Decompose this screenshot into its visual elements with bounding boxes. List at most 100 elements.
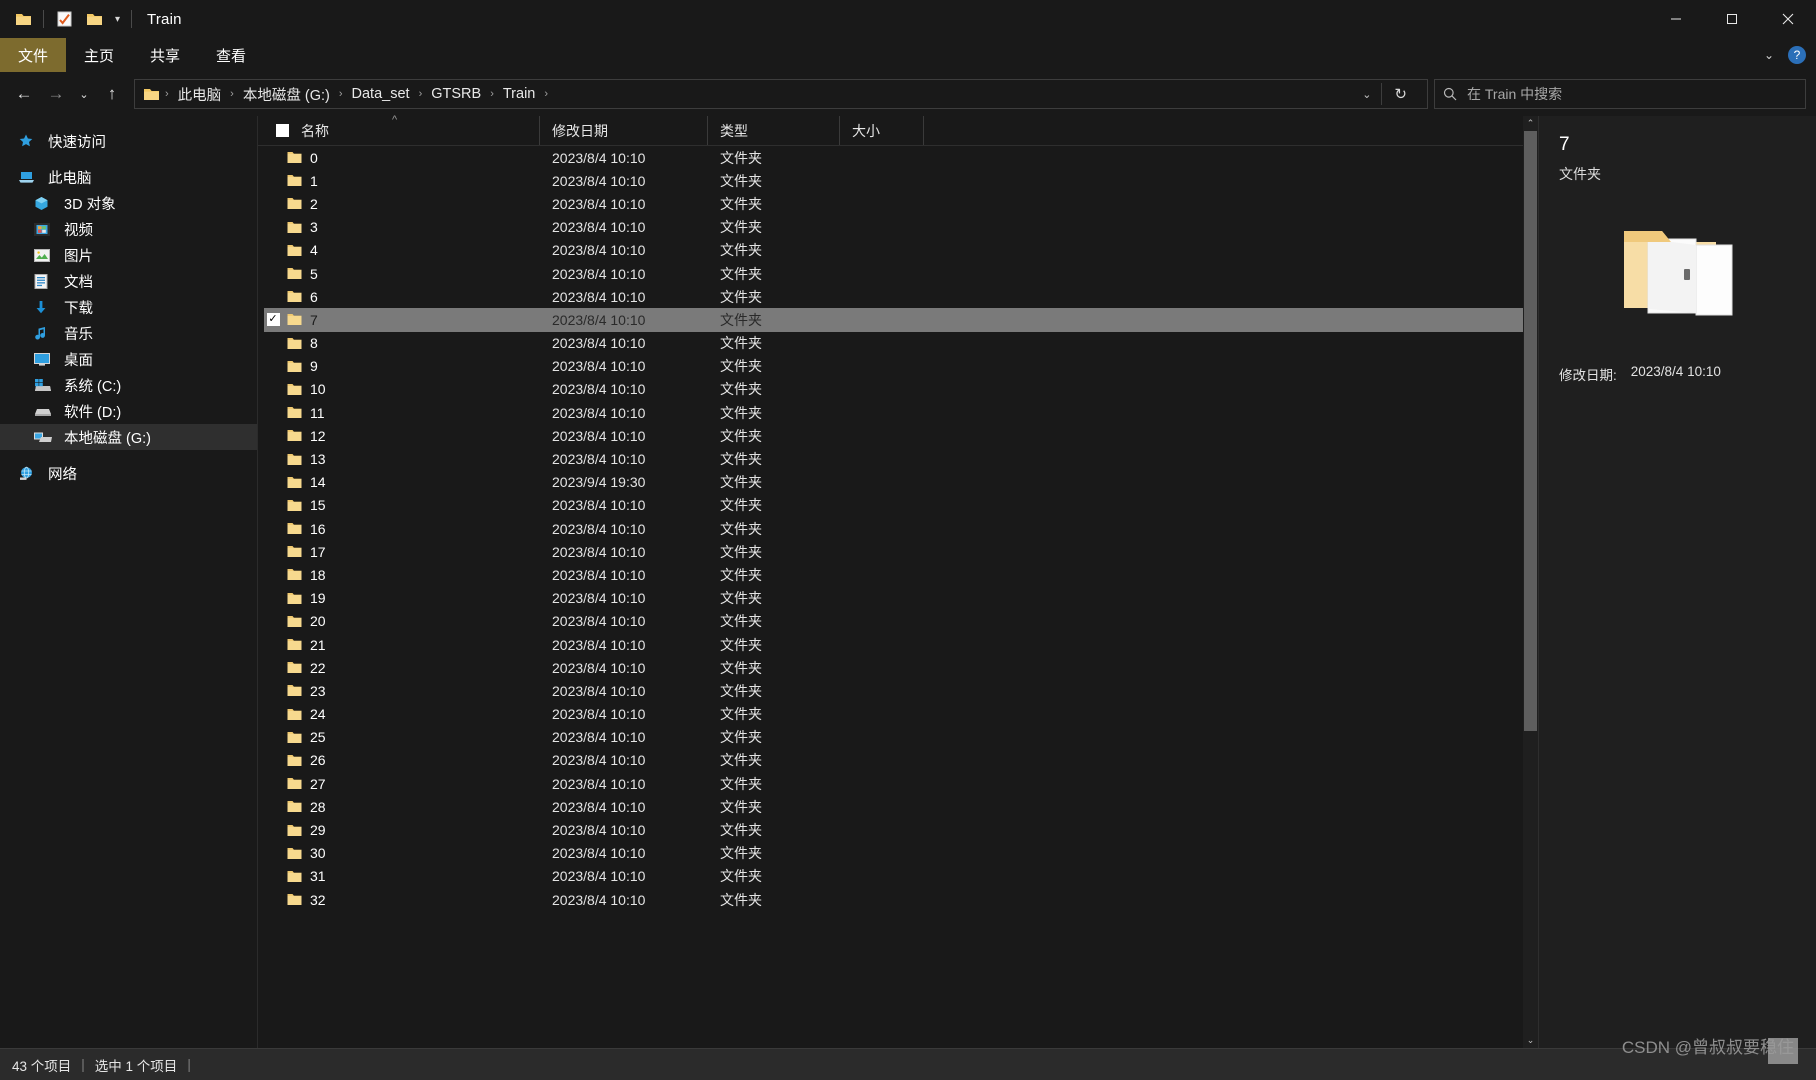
table-row[interactable]: 19 2023/8/4 10:10 文件夹	[264, 587, 1538, 610]
minimize-button[interactable]	[1648, 0, 1704, 38]
sidebar-item-desktop[interactable]: 桌面	[0, 346, 257, 372]
sidebar-item-3d-objects[interactable]: 3D 对象	[0, 190, 257, 216]
file-type-cell: 文件夹	[720, 404, 762, 421]
vertical-scrollbar[interactable]: ⌃ ⌄	[1523, 116, 1538, 1048]
column-header-date[interactable]: 修改日期	[540, 116, 708, 145]
refresh-icon[interactable]: ↻	[1382, 85, 1419, 103]
sidebar-item-this-pc[interactable]: 此电脑	[0, 164, 257, 190]
tab-file[interactable]: 文件	[0, 38, 67, 72]
table-row[interactable]: 25 2023/8/4 10:10 文件夹	[264, 726, 1538, 749]
file-date-cell: 2023/8/4 10:10	[552, 775, 646, 792]
properties-icon[interactable]	[49, 4, 79, 34]
file-name-cell: 0	[310, 149, 318, 166]
sidebar-item-documents[interactable]: 文档	[0, 268, 257, 294]
quick-access-dropdown-caret[interactable]: ▾	[109, 14, 126, 25]
table-row[interactable]: 22 2023/8/4 10:10 文件夹	[264, 656, 1538, 679]
sidebar-item-quick-access[interactable]: 快速访问	[0, 128, 257, 154]
table-row[interactable]: 16 2023/8/4 10:10 文件夹	[264, 517, 1538, 540]
folder-icon[interactable]	[8, 4, 38, 34]
new-folder-icon[interactable]	[79, 4, 109, 34]
scrollbar-track[interactable]	[1523, 131, 1538, 1033]
sidebar-item-videos[interactable]: 视频	[0, 216, 257, 242]
maximize-button[interactable]	[1704, 0, 1760, 38]
up-button[interactable]: ↑	[96, 78, 128, 110]
file-list-pane: 名称 ^ 修改日期 类型 大小 0 2023/8/4 10:10 文件夹 1 2023/…	[258, 114, 1538, 1048]
file-date-cell: 2023/8/4 10:10	[552, 729, 646, 746]
table-row[interactable]: 3 2023/8/4 10:10 文件夹	[264, 216, 1538, 239]
table-row[interactable]: 21 2023/8/4 10:10 文件夹	[264, 633, 1538, 656]
column-header-type[interactable]: 类型	[708, 116, 840, 145]
folder-icon	[282, 661, 306, 674]
sidebar-item-software-d[interactable]: 软件 (D:)	[0, 398, 257, 424]
table-row[interactable]: 1 2023/8/4 10:10 文件夹	[264, 169, 1538, 192]
forward-button[interactable]: →	[40, 78, 72, 110]
scroll-down-arrow-icon[interactable]: ⌄	[1523, 1033, 1538, 1048]
table-row[interactable]: 15 2023/8/4 10:10 文件夹	[264, 494, 1538, 517]
table-row[interactable]: 14 2023/9/4 19:30 文件夹	[264, 471, 1538, 494]
table-row[interactable]: 29 2023/8/4 10:10 文件夹	[264, 818, 1538, 841]
folder-icon	[282, 800, 306, 813]
table-row[interactable]: 32 2023/8/4 10:10 文件夹	[264, 888, 1538, 911]
chevron-down-icon[interactable]: ⌄	[1764, 48, 1774, 62]
tab-home[interactable]: 主页	[66, 38, 132, 72]
table-row[interactable]: 20 2023/8/4 10:10 文件夹	[264, 610, 1538, 633]
table-row[interactable]: 17 2023/8/4 10:10 文件夹	[264, 540, 1538, 563]
table-row[interactable]: 23 2023/8/4 10:10 文件夹	[264, 679, 1538, 702]
details-pane: 7 文件夹 修改日期: 2023/8/4 10:10	[1538, 116, 1816, 1048]
sidebar-item-pictures[interactable]: 图片	[0, 242, 257, 268]
table-row[interactable]: 4 2023/8/4 10:10 文件夹	[264, 239, 1538, 262]
breadcrumb-item-this-pc[interactable]: 此电脑	[172, 82, 228, 107]
table-row[interactable]: 13 2023/8/4 10:10 文件夹	[264, 447, 1538, 470]
back-button[interactable]: ←	[8, 78, 40, 110]
table-row[interactable]: 5 2023/8/4 10:10 文件夹	[264, 262, 1538, 285]
table-row[interactable]: 0 2023/8/4 10:10 文件夹	[264, 146, 1538, 169]
table-row[interactable]: 27 2023/8/4 10:10 文件夹	[264, 772, 1538, 795]
breadcrumb-item-local-disk-g[interactable]: 本地磁盘 (G:)	[237, 82, 336, 107]
table-row[interactable]: 10 2023/8/4 10:10 文件夹	[264, 378, 1538, 401]
select-all-checkbox[interactable]	[276, 124, 289, 137]
column-header-size[interactable]: 大小	[840, 116, 924, 145]
file-name-cell: 17	[310, 543, 326, 560]
table-row[interactable]: 8 2023/8/4 10:10 文件夹	[264, 332, 1538, 355]
row-checkbox[interactable]: ✓	[264, 313, 282, 327]
table-row[interactable]: 26 2023/8/4 10:10 文件夹	[264, 749, 1538, 772]
table-row[interactable]: 11 2023/8/4 10:10 文件夹	[264, 401, 1538, 424]
breadcrumb-item-data-set[interactable]: Data_set	[346, 84, 416, 104]
column-header-name[interactable]: 名称 ^	[264, 114, 540, 145]
table-row[interactable]: 30 2023/8/4 10:10 文件夹	[264, 842, 1538, 865]
sidebar-item-music[interactable]: 音乐	[0, 320, 257, 346]
help-icon[interactable]: ?	[1788, 46, 1806, 64]
file-type-cell: 文件夹	[720, 474, 762, 491]
sidebar-item-system-c[interactable]: 系统 (C:)	[0, 372, 257, 398]
file-type-cell: 文件夹	[720, 891, 762, 908]
table-row[interactable]: 24 2023/8/4 10:10 文件夹	[264, 703, 1538, 726]
breadcrumb-dropdown-caret[interactable]: ⌄	[1352, 88, 1381, 101]
table-row[interactable]: 31 2023/8/4 10:10 文件夹	[264, 865, 1538, 888]
scrollbar-thumb[interactable]	[1524, 131, 1537, 731]
table-row[interactable]: 18 2023/8/4 10:10 文件夹	[264, 563, 1538, 586]
file-name-cell: 11	[310, 404, 325, 421]
table-row[interactable]: 6 2023/8/4 10:10 文件夹	[264, 285, 1538, 308]
search-input[interactable]: 在 Train 中搜索	[1434, 79, 1806, 109]
scroll-up-arrow-icon[interactable]: ⌃	[1523, 116, 1538, 131]
table-row[interactable]: ✓ 7 2023/8/4 10:10 文件夹	[264, 308, 1538, 332]
table-row[interactable]: 2 2023/8/4 10:10 文件夹	[264, 192, 1538, 215]
recent-locations-button[interactable]: ⌄	[72, 78, 96, 110]
file-name-cell: 23	[310, 682, 326, 699]
sidebar-item-local-disk-g[interactable]: 本地磁盘 (G:)	[0, 424, 257, 450]
tab-view[interactable]: 查看	[198, 38, 264, 72]
breadcrumb-item-train[interactable]: Train	[497, 84, 542, 104]
windows-drive-icon	[34, 378, 56, 393]
breadcrumb-item-gtsrb[interactable]: GTSRB	[425, 84, 487, 104]
explorer-body: 快速访问 此电脑 3D 对象 视频 图片 文档 下载 音乐 桌面 系统 (C:)…	[0, 114, 1816, 1048]
computer-icon	[18, 170, 40, 184]
sidebar-item-network[interactable]: 网络	[0, 460, 257, 486]
breadcrumb[interactable]: › 此电脑 › 本地磁盘 (G:) › Data_set › GTSRB › T…	[134, 79, 1428, 109]
close-button[interactable]	[1760, 0, 1816, 38]
table-row[interactable]: 9 2023/8/4 10:10 文件夹	[264, 355, 1538, 378]
table-row[interactable]: 28 2023/8/4 10:10 文件夹	[264, 795, 1538, 818]
table-row[interactable]: 12 2023/8/4 10:10 文件夹	[264, 424, 1538, 447]
sidebar-item-downloads[interactable]: 下载	[0, 294, 257, 320]
tab-share[interactable]: 共享	[132, 38, 198, 72]
file-date-cell: 2023/8/4 10:10	[552, 845, 646, 862]
